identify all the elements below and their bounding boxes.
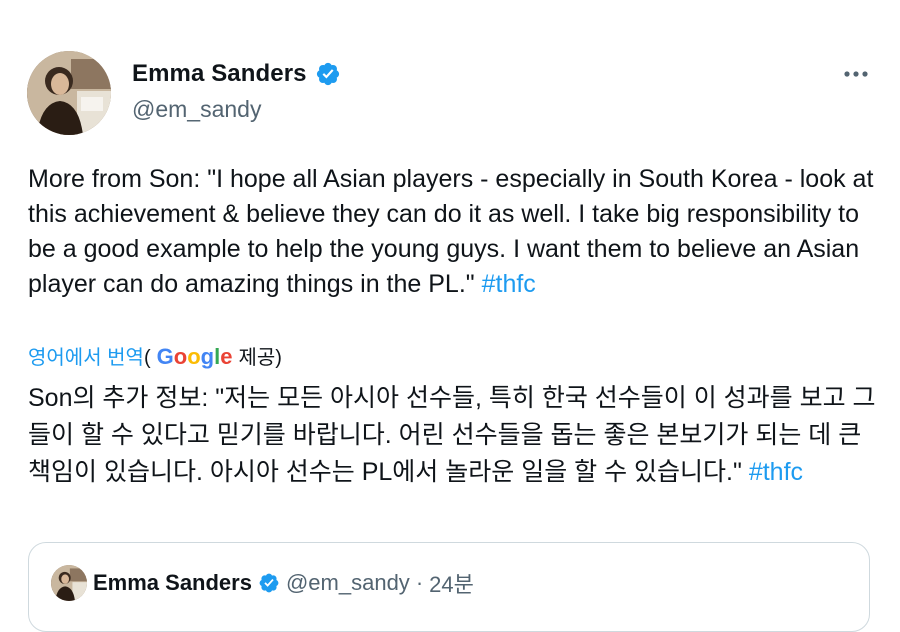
quoted-tweet-time[interactable]: 24분 <box>429 567 474 599</box>
verified-badge-icon <box>259 573 279 593</box>
tweet-body: More from Son: "I hope all Asian players… <box>28 165 874 298</box>
more-options-button[interactable] <box>840 60 872 88</box>
quoted-tweet-header: Emma Sanders @em_sandy · 24분 <box>93 567 474 599</box>
quoted-author-avatar[interactable] <box>51 565 87 601</box>
translated-from-link[interactable]: 영어에서 번역 <box>28 341 144 370</box>
hashtag-link[interactable]: #thfc <box>482 270 536 298</box>
profile-photo-icon <box>51 565 87 601</box>
profile-photo-icon <box>27 51 111 135</box>
author-avatar[interactable] <box>27 51 111 135</box>
provided-by-label: 제공) <box>238 347 282 369</box>
translated-tweet-text: Son의 추가 정보: "저는 모든 아시아 선수들, 특히 한국 선수들이 이… <box>28 380 878 491</box>
tweet-text: More from Son: "I hope all Asian players… <box>28 162 878 302</box>
separator-dot: · <box>415 570 424 595</box>
open-paren: ( <box>143 347 151 369</box>
author-handle[interactable]: @em_sandy <box>132 96 261 123</box>
author-name[interactable]: Emma Sanders <box>132 60 307 88</box>
author-name-row[interactable]: Emma Sanders <box>132 60 341 88</box>
quoted-author-name[interactable]: Emma Sanders <box>93 570 252 596</box>
verified-badge-icon <box>316 62 339 86</box>
more-horizontal-icon <box>844 71 868 77</box>
translation-attribution: 영어에서 번역 ( Google 제공) <box>28 341 282 370</box>
translated-hashtag-link[interactable]: #thfc <box>749 458 803 486</box>
quoted-tweet-card[interactable]: Emma Sanders @em_sandy · 24분 <box>28 542 870 632</box>
google-logo: Google <box>156 344 233 369</box>
quoted-author-handle[interactable]: @em_sandy <box>286 570 410 596</box>
